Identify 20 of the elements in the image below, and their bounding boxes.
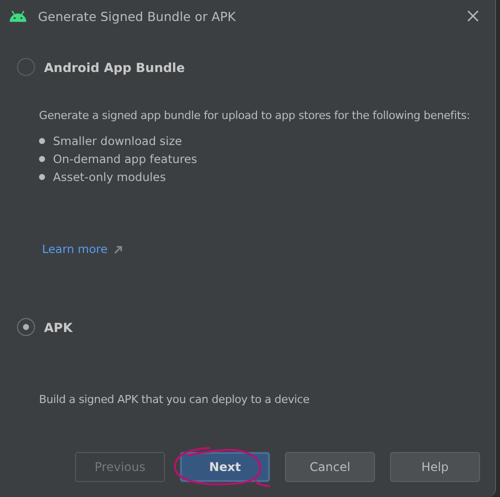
option-label[interactable]: APK [44, 320, 73, 334]
external-link-icon [114, 244, 123, 254]
dialog-button[interactable]: Help [390, 452, 480, 482]
option-description: Generate a signed app bundle for upload to app stores for the following benefits: [38, 109, 471, 122]
close-icon[interactable] [467, 10, 479, 22]
learn-more-link[interactable]: Learn more [42, 242, 108, 256]
bullet-text: Smaller download size [53, 134, 182, 148]
option-label[interactable]: Android App Bundle [44, 60, 185, 74]
option-description: Build a signed APK that you can deploy to a device [38, 393, 310, 406]
radio-button[interactable] [17, 58, 35, 76]
dialog-button[interactable]: Cancel [285, 452, 375, 482]
bullet-icon [39, 174, 45, 180]
bullet-text: Asset-only modules [53, 170, 166, 184]
android-icon [8, 10, 28, 22]
bullet-icon [39, 138, 45, 144]
radio-button[interactable] [17, 318, 35, 336]
dialog-button[interactable]: Next [180, 452, 270, 482]
bullet-icon [39, 156, 45, 162]
bullet-text: On-demand app features [53, 152, 198, 166]
window-title: Generate Signed Bundle or APK [38, 8, 237, 24]
